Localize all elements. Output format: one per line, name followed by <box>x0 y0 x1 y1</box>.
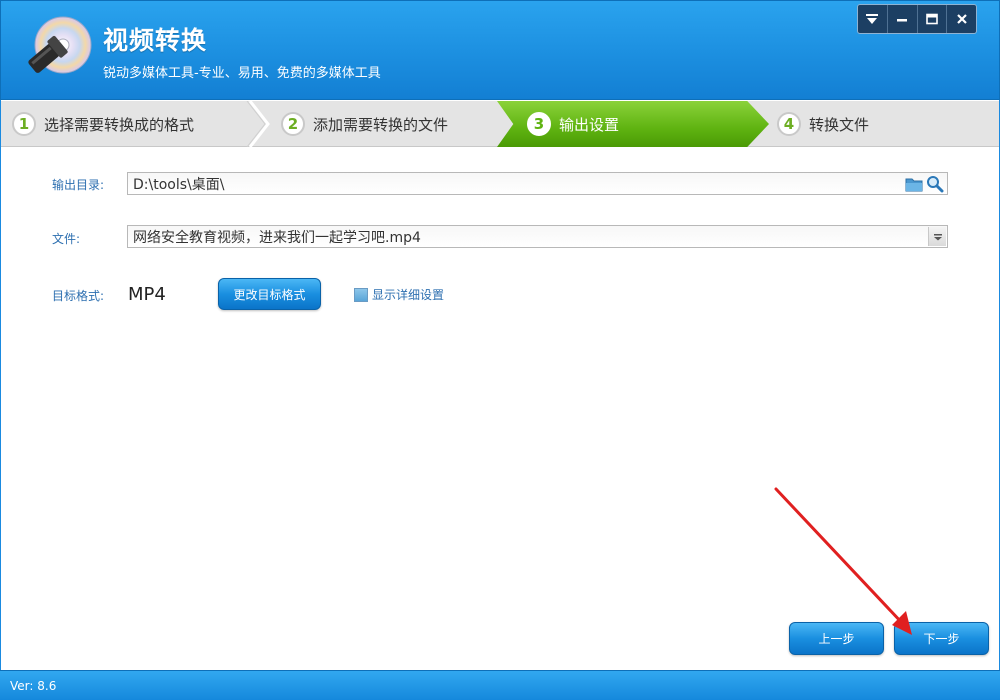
close-button[interactable] <box>947 5 976 33</box>
step-bar: 1 选择需要转换成的格式 2 添加需要转换的文件 3 输出设置 4 转换文件 <box>0 101 1000 147</box>
menu-icon <box>866 14 879 24</box>
checkbox-box[interactable] <box>354 287 368 302</box>
file-select-value: 网络安全教育视频，进来我们一起学习吧.mp4 <box>133 229 421 246</box>
folder-icon[interactable] <box>905 176 923 192</box>
step-3[interactable]: 3 输出设置 <box>527 101 747 147</box>
app-title: 视频转换 <box>103 26 208 55</box>
step-number: 1 <box>12 112 36 136</box>
window-controls <box>857 4 977 34</box>
app-logo-icon <box>28 16 92 74</box>
change-format-button[interactable]: 更改目标格式 <box>218 278 321 310</box>
step-number: 4 <box>777 112 801 136</box>
step-2[interactable]: 2 添加需要转换的文件 <box>278 101 498 147</box>
step-label: 添加需要转换的文件 <box>313 115 449 134</box>
app-subtitle: 锐动多媒体工具-专业、易用、免费的多媒体工具 <box>103 66 381 81</box>
annotation-arrow-icon <box>774 487 912 635</box>
maximize-button[interactable] <box>918 5 948 33</box>
step-label: 输出设置 <box>559 115 620 134</box>
close-icon <box>956 14 967 24</box>
format-value: MP4 <box>128 284 166 305</box>
step-separator-icon <box>246 101 270 147</box>
status-bar: Ver: 8.6 <box>0 670 1000 700</box>
file-label: 文件: <box>52 232 81 246</box>
format-label: 目标格式: <box>52 289 105 303</box>
search-icon[interactable] <box>926 175 944 193</box>
step-4[interactable]: 4 转换文件 <box>777 101 977 147</box>
dropdown-arrow[interactable] <box>928 227 946 246</box>
output-dir-field[interactable]: D:\tools\桌面\ <box>127 172 948 195</box>
menu-button[interactable] <box>858 5 888 33</box>
step-label: 转换文件 <box>809 115 870 134</box>
show-details-checkbox[interactable]: 显示详细设置 <box>354 286 444 303</box>
step-1[interactable]: 1 选择需要转换成的格式 <box>0 101 250 147</box>
show-details-label: 显示详细设置 <box>372 288 445 302</box>
chevron-down-icon <box>933 233 942 240</box>
minimize-button[interactable] <box>888 5 918 33</box>
maximize-icon <box>926 13 938 25</box>
step-number: 2 <box>281 112 305 136</box>
output-dir-label: 输出目录: <box>52 178 105 192</box>
title-bar: 视频转换 锐动多媒体工具-专业、易用、免费的多媒体工具 <box>0 0 1000 100</box>
minimize-icon <box>897 19 908 22</box>
file-select[interactable]: 网络安全教育视频，进来我们一起学习吧.mp4 <box>127 225 948 248</box>
step-number: 3 <box>527 112 551 136</box>
step-label: 选择需要转换成的格式 <box>44 115 195 134</box>
output-dir-value: D:\tools\桌面\ <box>133 176 225 193</box>
version-label: Ver: 8.6 <box>10 679 57 693</box>
